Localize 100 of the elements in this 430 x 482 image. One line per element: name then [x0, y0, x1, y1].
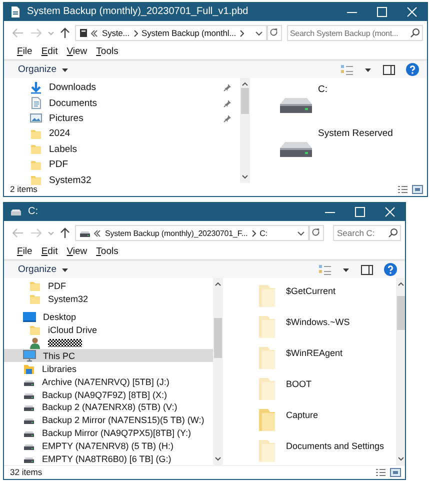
nav-item[interactable]: Libraries — [4, 362, 213, 376]
scroll-up-icon[interactable] — [240, 80, 248, 88]
menu-item[interactable]: File — [17, 246, 32, 256]
preview-pane-icon[interactable] — [382, 64, 396, 76]
nav-item[interactable]: iCloud Drive — [4, 324, 213, 337]
chevron-right-icon[interactable] — [250, 228, 257, 238]
search-icon[interactable] — [388, 228, 398, 238]
scroll-down-icon[interactable] — [214, 455, 222, 463]
menu-item[interactable]: Edit — [41, 46, 58, 56]
document-icon — [79, 28, 88, 38]
nav-item[interactable]: Backup 2 Mirror (NA7ENS15)(5 TB) (W:) — [4, 414, 213, 427]
caret-icon — [60, 266, 69, 272]
large-icons-view-icon[interactable] — [412, 184, 423, 194]
folder-icon — [30, 158, 42, 171]
drive-item[interactable]: C: — [278, 84, 427, 128]
scrollbar[interactable] — [240, 78, 249, 183]
download-arrow-icon — [30, 82, 42, 94]
picture-icon — [30, 112, 42, 124]
organize-button[interactable]: Organize — [18, 264, 69, 275]
double-chevron-icon[interactable] — [94, 228, 102, 238]
window-title: C: — [28, 206, 38, 217]
details-view-icon[interactable] — [375, 468, 386, 476]
document-icon — [10, 6, 21, 18]
nav-item[interactable]: Archive (NA7ENRVQ) [5TB] (J:) — [4, 375, 213, 388]
scroll-down-icon[interactable] — [396, 455, 404, 463]
nav-item[interactable]: PDF — [4, 280, 213, 293]
breadcrumb[interactable]: C: — [260, 228, 268, 238]
refresh-icon[interactable] — [308, 225, 324, 241]
view-options-icon[interactable] — [340, 64, 354, 76]
computer-icon — [23, 350, 36, 362]
nav-item[interactable]: Labels — [4, 142, 240, 157]
search-field[interactable]: Search C: — [333, 225, 401, 241]
folder-item[interactable]: BOOT — [258, 377, 396, 408]
search-icon[interactable] — [410, 28, 420, 38]
folder-icon — [29, 293, 41, 306]
scroll-down-icon[interactable] — [240, 173, 248, 181]
organize-button[interactable]: Organize — [18, 64, 69, 75]
scrollbar[interactable] — [396, 278, 405, 465]
menu-item[interactable]: Edit — [41, 246, 58, 256]
caret-icon[interactable] — [342, 266, 350, 272]
double-chevron-icon[interactable] — [91, 28, 99, 38]
menu-item[interactable]: View — [66, 46, 88, 56]
refresh-icon[interactable] — [266, 25, 282, 41]
chevron-right-icon[interactable] — [132, 28, 139, 38]
dropdown-caret-icon[interactable] — [296, 228, 306, 238]
scroll-thumb[interactable] — [214, 318, 222, 358]
scroll-up-icon[interactable] — [214, 280, 222, 288]
caret-icon[interactable] — [364, 66, 372, 72]
breadcrumb[interactable]: System Backup (monthly)_20230701_F... — [105, 228, 248, 238]
drive-item[interactable]: System Reserved — [278, 128, 427, 172]
address-bar[interactable]: Syste... System Backup (monthl... — [75, 25, 268, 41]
breadcrumb[interactable]: System Backup (monthl... — [142, 28, 236, 38]
nav-item[interactable]: Downloads — [4, 80, 240, 96]
address-bar[interactable]: System Backup (monthly)_20230701_F... C: — [75, 225, 310, 241]
breadcrumb[interactable]: Syste... — [102, 28, 130, 38]
desktop-icon — [23, 311, 36, 324]
nav-item[interactable]: This PC — [4, 349, 213, 362]
nav-item[interactable]: Backup Mirror (NA9Q7PX5)[8TB] (Y:) — [4, 426, 213, 440]
folder-item[interactable]: Capture — [258, 408, 396, 439]
document-icon — [30, 97, 42, 110]
view-options-icon[interactable] — [318, 264, 332, 276]
folder-icon — [30, 143, 42, 156]
folder-item[interactable]: $GetCurrent — [258, 284, 396, 315]
nav-item[interactable]: System32 — [4, 292, 213, 306]
search-field[interactable]: Search System Backup (mont... — [287, 25, 423, 41]
nav-item[interactable]: Backup 2 (NA7ENRX8) (5TB) (V:) — [4, 401, 213, 414]
folder-item[interactable]: $WinREAgent — [258, 346, 396, 377]
help-icon[interactable] — [406, 63, 419, 76]
dropdown-caret-icon[interactable] — [254, 28, 264, 38]
chevron-right-icon[interactable] — [239, 28, 245, 38]
nav-item[interactable]: Pictures — [4, 110, 240, 126]
status-text: 2 items — [10, 184, 38, 194]
scrollbar[interactable] — [213, 278, 222, 465]
scroll-thumb[interactable] — [240, 88, 248, 114]
up-arrow-icon[interactable] — [59, 27, 71, 39]
nav-item[interactable]: Desktop — [4, 310, 213, 324]
menu-item[interactable]: View — [66, 246, 88, 256]
help-icon[interactable] — [384, 263, 397, 276]
nav-item[interactable]: 2024 — [4, 126, 240, 142]
nav-item[interactable]: EMPTY (NA7ENRV8) (5 TB) (H:) — [4, 440, 213, 453]
preview-pane-icon[interactable] — [360, 264, 374, 276]
details-view-icon[interactable] — [397, 184, 408, 194]
menu-item[interactable]: Tools — [96, 46, 118, 56]
nav-item[interactable]: Documents — [4, 95, 240, 111]
window-title: System Backup (monthly)_20230701_Full_v1.pbd — [27, 6, 248, 17]
caret-icon — [60, 66, 69, 72]
folder-icon — [29, 280, 41, 292]
folder-icon — [23, 362, 35, 375]
menu-item[interactable]: Tools — [96, 246, 118, 256]
scroll-thumb[interactable] — [396, 296, 404, 330]
nav-item[interactable]: Backup (NA9Q7F9Z) [8TB] (X:) — [4, 388, 213, 402]
folder-item[interactable]: $Windows.~WS — [258, 315, 396, 346]
nav-item[interactable]: PDF — [4, 156, 240, 172]
menu-item[interactable]: File — [17, 46, 32, 56]
up-arrow-icon[interactable] — [59, 227, 71, 239]
large-icons-view-icon[interactable] — [390, 468, 401, 476]
nav-item[interactable]: EMPTY (NA8TR6B0) [6 TB] (G:) — [4, 452, 213, 466]
scroll-up-icon[interactable] — [396, 280, 404, 288]
folder-item[interactable]: Documents and Settings — [258, 439, 396, 470]
person-icon — [29, 337, 41, 349]
